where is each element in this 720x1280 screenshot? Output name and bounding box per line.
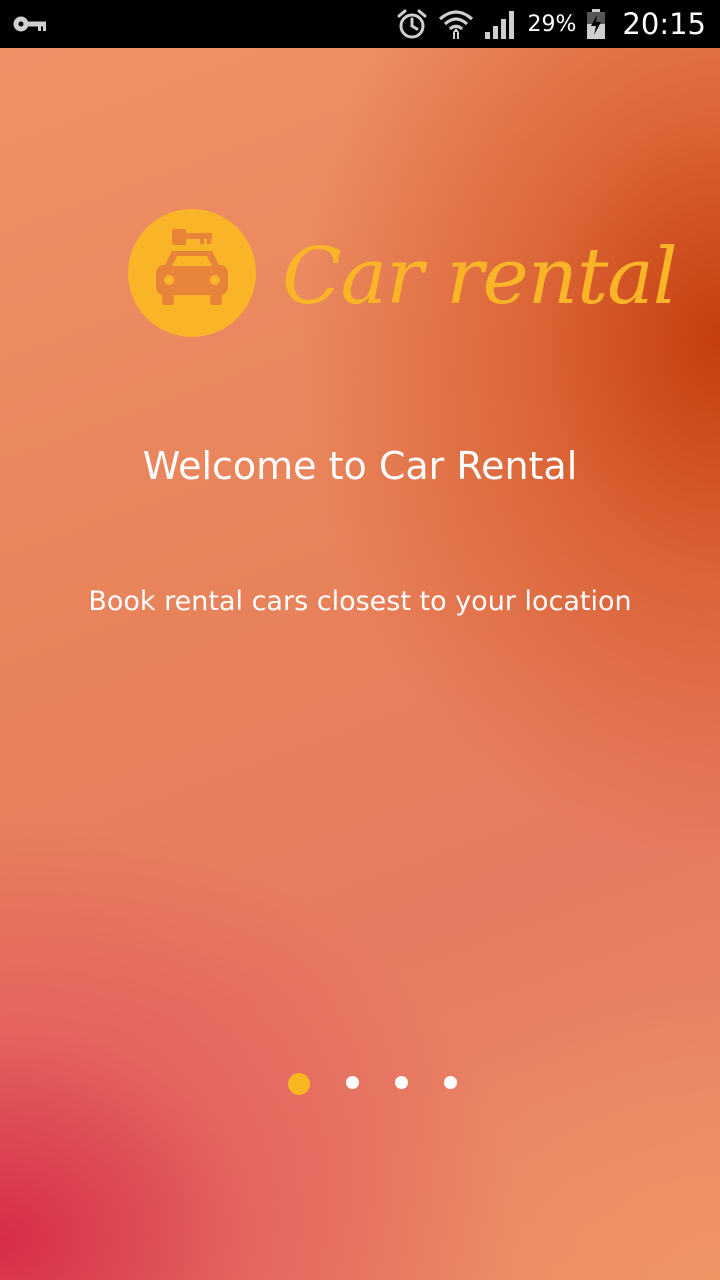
key-icon xyxy=(12,14,48,34)
battery-percent: 29% xyxy=(527,11,577,37)
alarm-icon xyxy=(396,8,428,40)
page-dot-1[interactable] xyxy=(288,1073,310,1095)
signal-icon xyxy=(484,8,518,40)
welcome-title: Welcome to Car Rental xyxy=(142,444,578,488)
page-dot-2[interactable] xyxy=(346,1076,359,1089)
clock: 20:15 xyxy=(622,7,706,41)
app-logo: Car rental xyxy=(128,205,678,341)
status-bar: 29% 20:15 xyxy=(0,0,720,48)
logo-wordmark: Car rental xyxy=(282,232,678,322)
onboarding-screen: 29% 20:15 Car rental Welcome to Car Rent… xyxy=(0,0,720,1280)
page-dot-4[interactable] xyxy=(444,1076,457,1089)
page-dot-3[interactable] xyxy=(395,1076,408,1089)
page-indicator xyxy=(286,1070,466,1098)
wifi-icon xyxy=(438,8,474,40)
car-key-icon xyxy=(128,209,256,337)
welcome-subtitle: Book rental cars closest to your locatio… xyxy=(88,586,632,617)
battery-charging-icon xyxy=(586,8,606,40)
